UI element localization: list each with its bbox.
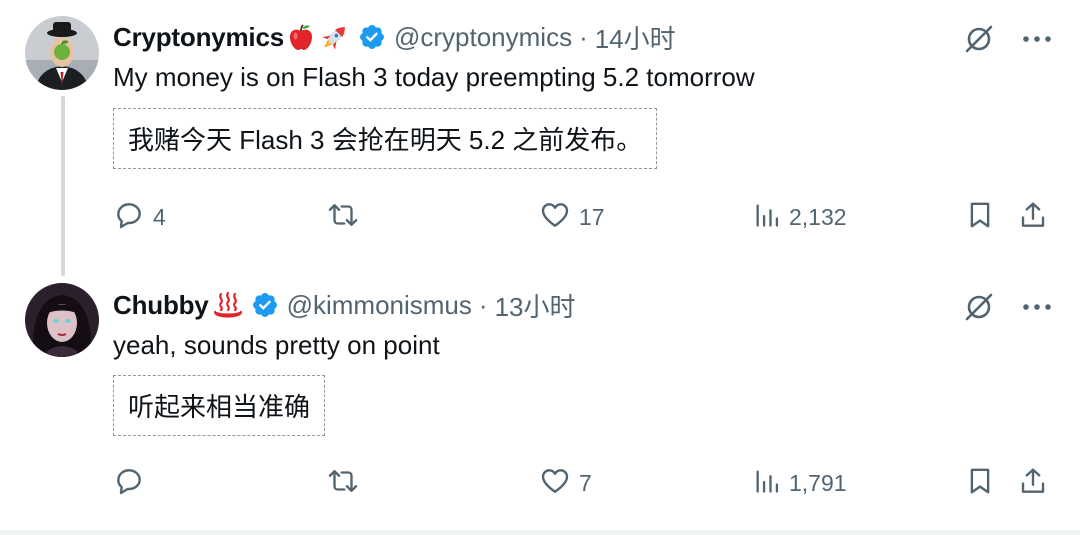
hot-springs-icon: [211, 290, 245, 320]
timestamp[interactable]: 13小时: [495, 287, 576, 324]
red-apple-icon: [286, 22, 316, 52]
views-icon: [753, 467, 781, 500]
verified-badge-icon: [358, 23, 386, 51]
verified-badge-icon: [251, 291, 279, 319]
translation-box: 我赌今天 Flash 3 会抢在明天 5.2 之前发布。: [113, 108, 658, 169]
retweet-button[interactable]: [326, 192, 368, 242]
like-button[interactable]: 7: [539, 458, 592, 508]
header-actions: [962, 22, 1052, 56]
action-bar: 7 1,791: [113, 458, 1053, 508]
views-icon: [753, 201, 781, 234]
tweet-header: Chubby @kimmonismus · 13小时: [113, 288, 575, 322]
separator-dot: ·: [579, 21, 588, 52]
reply-count: 4: [153, 203, 166, 230]
grok-icon[interactable]: [962, 290, 996, 324]
translation-text: 我赌今天 Flash 3 会抢在明天 5.2 之前发布。: [128, 125, 643, 155]
tweet[interactable]: Chubby @kimmonismus · 13小时 yeah, sounds …: [0, 268, 1080, 530]
separator-dot: ·: [478, 289, 488, 320]
user-handle[interactable]: @kimmonismus: [287, 290, 472, 321]
like-button[interactable]: 17: [539, 192, 605, 242]
like-count: 17: [579, 203, 605, 230]
reply-button[interactable]: 4: [113, 192, 166, 242]
translation-box: 听起来相当准确: [113, 375, 326, 436]
retweet-icon: [326, 465, 360, 502]
bookmark-button[interactable]: [965, 192, 995, 242]
views-count: 1,791: [789, 469, 847, 496]
more-icon[interactable]: [1022, 302, 1052, 312]
tweet-text: My money is on Flash 3 today preempting …: [113, 62, 755, 92]
display-name[interactable]: Cryptonymics: [113, 22, 284, 53]
share-icon: [1018, 199, 1048, 236]
views-button[interactable]: 1,791: [753, 458, 847, 508]
header-actions: [962, 290, 1052, 324]
share-button[interactable]: [1018, 458, 1048, 508]
translation-text: 听起来相当准确: [128, 392, 311, 422]
tweet-text: yeah, sounds pretty on point: [113, 330, 440, 360]
reply-button[interactable]: [113, 458, 153, 508]
display-name[interactable]: Chubby: [113, 290, 209, 321]
bookmark-button[interactable]: [965, 458, 995, 508]
tweet-header: Cryptonymics @cryptonymics · 14小时: [113, 20, 676, 54]
divider: [0, 530, 1080, 535]
user-handle[interactable]: @cryptonymics: [394, 22, 572, 53]
share-icon: [1018, 465, 1048, 502]
action-bar: 4 17 2,132: [113, 192, 1053, 242]
more-icon[interactable]: [1022, 34, 1052, 44]
heart-icon: [539, 465, 571, 502]
thread-line: [61, 96, 65, 276]
retweet-button[interactable]: [326, 458, 368, 508]
views-button[interactable]: 2,132: [753, 192, 847, 242]
reply-icon: [113, 465, 145, 502]
rocket-icon: [318, 22, 352, 52]
avatar[interactable]: [25, 283, 99, 357]
views-count: 2,132: [789, 203, 847, 230]
retweet-icon: [326, 199, 360, 236]
bookmark-icon: [965, 199, 995, 236]
heart-icon: [539, 199, 571, 236]
grok-icon[interactable]: [962, 22, 996, 56]
like-count: 7: [579, 469, 592, 496]
bookmark-icon: [965, 465, 995, 502]
reply-icon: [113, 199, 145, 236]
timestamp[interactable]: 14小时: [595, 19, 676, 56]
tweet[interactable]: Cryptonymics @cryptonymics · 14小时 My mon…: [0, 0, 1080, 276]
avatar[interactable]: [25, 16, 99, 90]
share-button[interactable]: [1018, 192, 1048, 242]
